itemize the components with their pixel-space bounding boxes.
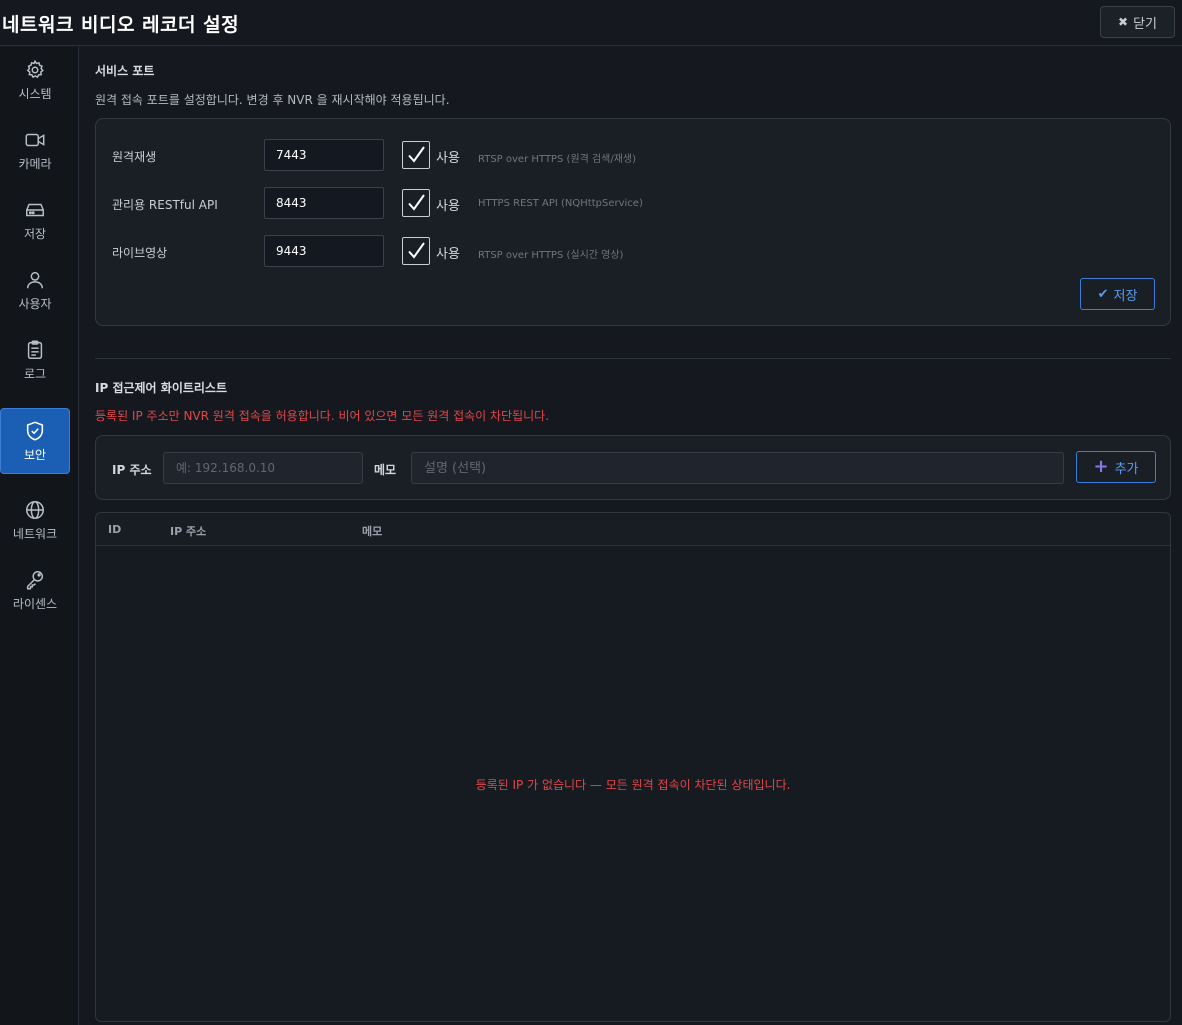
use-label: 사용 <box>436 151 460 166</box>
column-header-memo[interactable]: 메모 <box>362 523 382 539</box>
service-ports-panel: 원격재생 7443 사용 RTSP over HTTPS (원격 검색/재생) … <box>95 118 1171 326</box>
use-label: 사용 <box>436 247 460 262</box>
port-label-live-video: 라이브영상 <box>112 246 168 260</box>
sidebar-item-storage[interactable]: 저장 <box>0 187 70 253</box>
clipboard-icon <box>27 340 43 359</box>
title-bar: 네트워크 비디오 레코더 설정 ✖ 닫기 <box>0 0 1182 46</box>
sidebar-item-camera[interactable]: 카메라 <box>0 117 70 183</box>
port-input-live-video[interactable]: 9443 <box>264 235 384 267</box>
memo-field[interactable] <box>424 461 1063 476</box>
window-title: 네트워크 비디오 레코더 설정 <box>2 14 240 36</box>
sidebar-item-label: 저장 <box>23 226 47 241</box>
close-icon: ✖ <box>1118 15 1129 29</box>
close-button-label: 닫기 <box>1133 16 1157 32</box>
checkbox-rest-api[interactable] <box>402 189 430 217</box>
gear-icon <box>26 59 44 78</box>
ip-address-label: IP 주소 <box>112 463 152 477</box>
port-input-remote-playback[interactable]: 7443 <box>264 139 384 171</box>
port-hint: HTTPS REST API (NQHttpService) <box>478 198 643 209</box>
checkbox-live-video[interactable] <box>402 237 430 265</box>
ip-whitelist-title: IP 접근제어 화이트리스트 <box>95 381 228 395</box>
sidebar-item-label: 로그 <box>23 366 47 381</box>
column-header-id[interactable]: ID <box>108 523 121 536</box>
sidebar-item-license[interactable]: 라이센스 <box>0 557 70 623</box>
check-icon <box>408 146 425 163</box>
sidebar-item-user[interactable]: 사용자 <box>0 257 70 323</box>
service-ports-description: 원격 접속 포트를 설정합니다. 변경 후 NVR 을 재시작해야 적용됩니다. <box>95 93 450 107</box>
port-label-rest-api: 관리용 RESTful API <box>112 198 218 212</box>
globe-icon <box>26 500 44 519</box>
user-icon <box>26 271 44 288</box>
port-hint: RTSP over HTTPS (실시간 영상) <box>478 250 624 261</box>
sidebar-item-label: 카메라 <box>18 156 52 171</box>
ip-add-panel: IP 주소 메모 + 추가 <box>95 435 1171 500</box>
sidebar-item-label: 보안 <box>23 447 47 462</box>
column-header-ip[interactable]: IP 주소 <box>170 523 206 539</box>
camera-icon <box>25 133 45 146</box>
port-label-remote-playback: 원격재생 <box>112 150 157 164</box>
sidebar-item-label: 네트워크 <box>12 526 58 541</box>
sidebar-item-label: 라이센스 <box>12 596 58 611</box>
use-label: 사용 <box>436 199 460 214</box>
section-divider <box>95 358 1171 359</box>
plus-icon: + <box>1093 456 1109 477</box>
add-button[interactable]: + 추가 <box>1076 451 1156 483</box>
check-icon <box>408 194 425 211</box>
save-button-label: 저장 <box>1113 288 1138 304</box>
sidebar-item-label: 사용자 <box>18 296 52 311</box>
sidebar-item-network[interactable]: 네트워크 <box>0 487 70 553</box>
key-icon <box>26 570 44 589</box>
shield-icon <box>26 420 44 441</box>
close-button[interactable]: ✖ 닫기 <box>1100 6 1175 38</box>
checkmark-icon: ✔ <box>1097 286 1109 302</box>
save-button[interactable]: ✔ 저장 <box>1080 278 1155 310</box>
service-ports-title: 서비스 포트 <box>95 64 155 78</box>
check-icon <box>408 242 425 259</box>
sidebar-item-log[interactable]: 로그 <box>0 327 70 393</box>
port-input-rest-api[interactable]: 8443 <box>264 187 384 219</box>
memo-input[interactable] <box>411 452 1064 484</box>
ip-address-field[interactable] <box>176 461 362 475</box>
storage-icon <box>26 203 44 216</box>
add-button-label: 추가 <box>1114 461 1139 477</box>
port-hint: RTSP over HTTPS (원격 검색/재생) <box>478 154 637 165</box>
sidebar-item-security[interactable]: 보안 <box>0 408 70 474</box>
sidebar: 시스템 카메라 저장 사용자 로그 보안 네트워크 라이센스 <box>0 47 79 1025</box>
checkbox-remote-playback[interactable] <box>402 141 430 169</box>
empty-table-message: 등록된 IP 가 없습니다 — 모든 원격 접속이 차단된 상태입니다. <box>475 778 791 792</box>
table-header: ID IP 주소 메모 <box>96 513 1170 546</box>
ip-whitelist-description: 등록된 IP 주소만 NVR 원격 접속을 허용합니다. 비어 있으면 모든 원… <box>95 409 550 423</box>
sidebar-item-label: 시스템 <box>18 86 52 101</box>
ip-address-input[interactable] <box>163 452 363 484</box>
sidebar-item-system[interactable]: 시스템 <box>0 47 70 113</box>
memo-label: 메모 <box>374 463 397 477</box>
ip-whitelist-table: ID IP 주소 메모 등록된 IP 가 없습니다 — 모든 원격 접속이 차단… <box>95 512 1171 1022</box>
